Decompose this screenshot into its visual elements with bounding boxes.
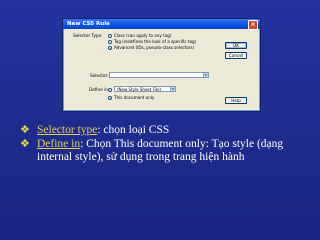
bullet-diamond-icon: ❖	[20, 138, 30, 150]
style-sheet-select-value: (New Style Sheet File)	[117, 87, 161, 92]
radio-advanced-label: Advanced (IDs, pseudo-class selectors)	[114, 45, 195, 50]
bullet-text: : chọn loại CSS	[97, 124, 170, 136]
bullet-keyword: Define in	[37, 138, 81, 150]
chevron-down-icon[interactable]: ▼	[170, 87, 175, 91]
radio-class-label: Class (can apply to any tag)	[114, 33, 172, 38]
selector-type-label: Selector Type:	[73, 33, 103, 38]
dialog-titlebar: New CSS Rule ×	[63, 19, 260, 30]
chevron-down-icon[interactable]: ▼	[203, 73, 208, 77]
selector-label: Selector:	[90, 73, 109, 78]
help-button[interactable]: Help	[225, 97, 247, 104]
new-css-rule-dialog: New CSS Rule × Selector Type: Class (can…	[62, 18, 261, 112]
radio-tag[interactable]	[108, 40, 112, 44]
bullet-keyword: Selector type	[37, 124, 98, 136]
bullet-item-define-in: ❖ Define in: Chọn This document only: Tạ…	[18, 138, 313, 164]
bullet-diamond-icon: ❖	[20, 124, 30, 136]
radio-this-document-label: This document only	[114, 95, 155, 100]
define-in-label: Define in:	[89, 87, 110, 92]
bullet-item-selector-type: ❖ Selector type: chọn loại CSS	[18, 124, 313, 137]
selector-input[interactable]: ▼	[109, 72, 209, 78]
radio-new-style-sheet[interactable]	[108, 88, 112, 92]
ok-button[interactable]: OK	[225, 42, 247, 49]
radio-advanced[interactable]	[108, 46, 112, 50]
radio-class[interactable]	[108, 34, 112, 38]
cancel-button[interactable]: Cancel	[225, 52, 247, 59]
close-icon[interactable]: ×	[248, 20, 258, 30]
radio-tag-label: Tag (redefines the look of a specific ta…	[114, 39, 197, 44]
dialog-title: New CSS Rule	[67, 21, 110, 27]
style-sheet-select[interactable]: (New Style Sheet File) ▼	[114, 86, 176, 92]
bullet-list: ❖ Selector type: chọn loại CSS ❖ Define …	[18, 124, 313, 164]
radio-this-document[interactable]	[108, 96, 112, 100]
